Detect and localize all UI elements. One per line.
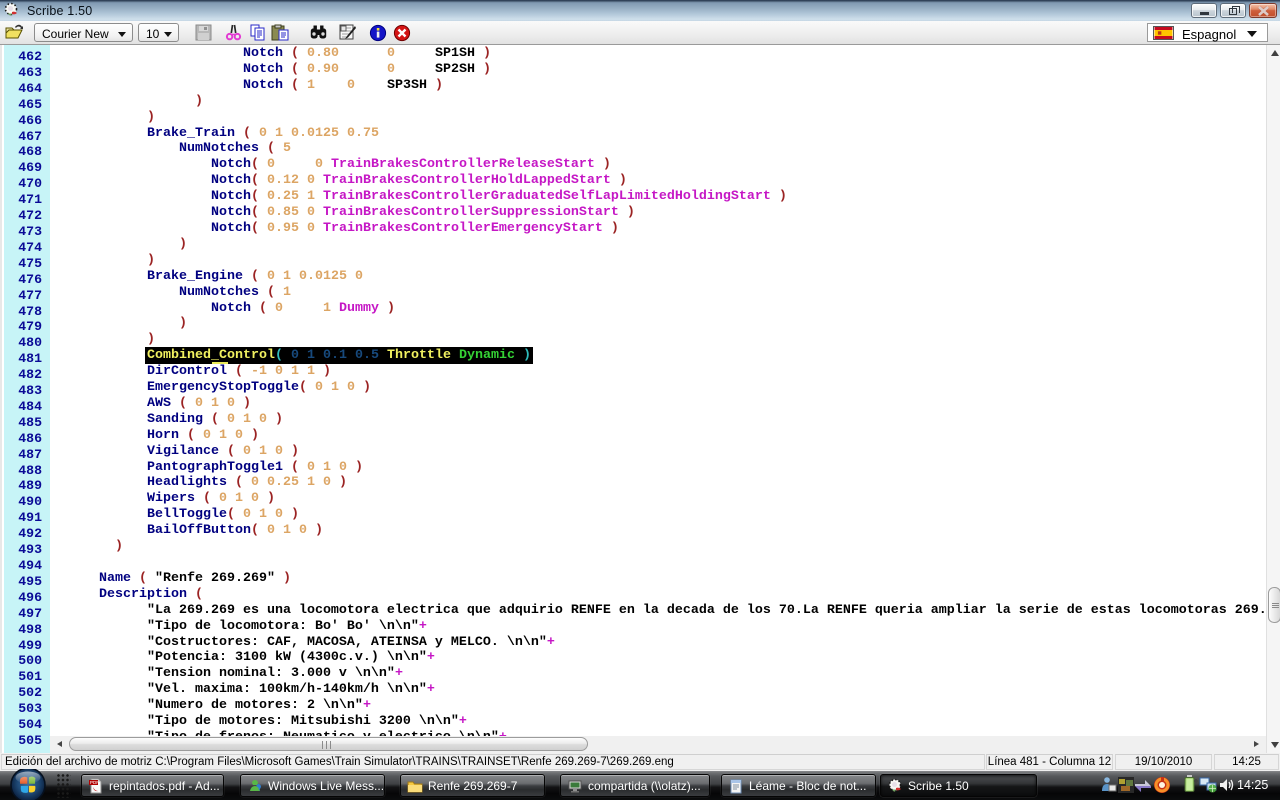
svg-text:PDF: PDF xyxy=(90,780,99,785)
